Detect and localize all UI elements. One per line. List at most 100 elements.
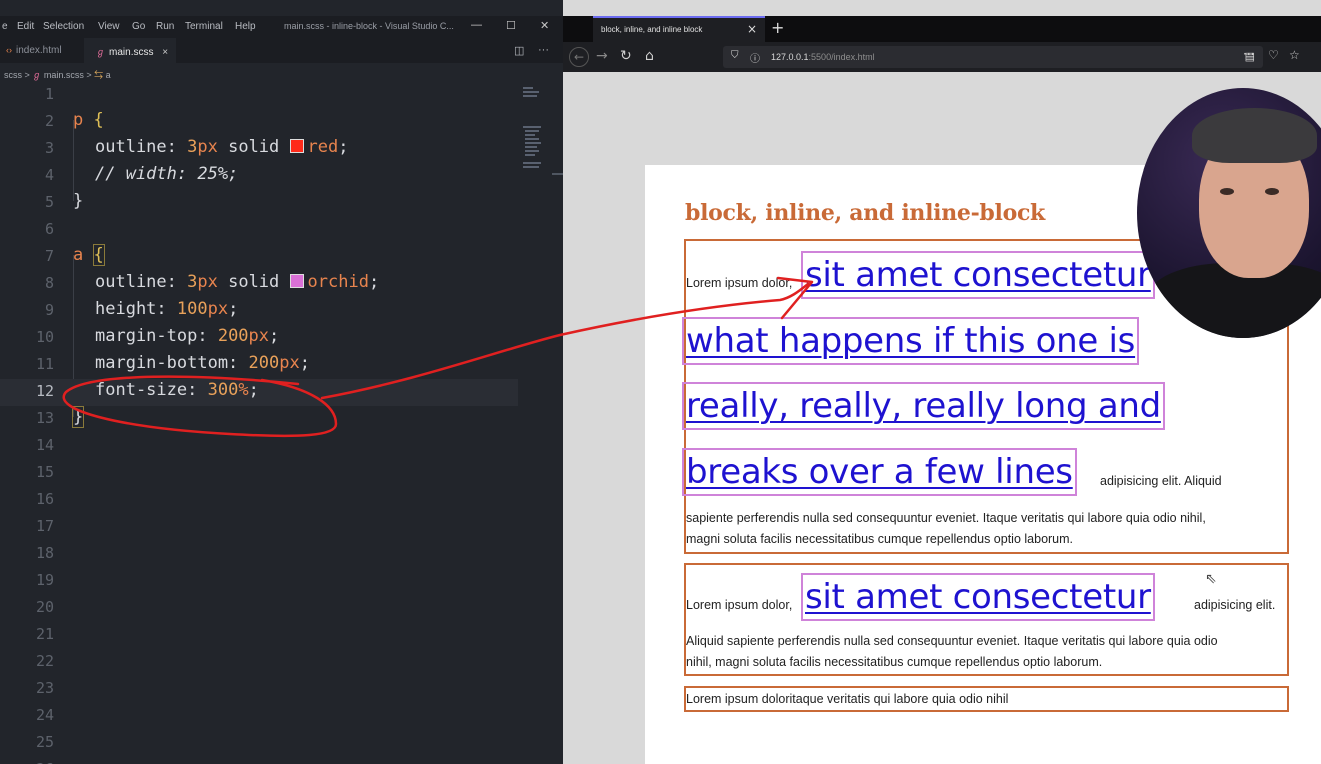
line-number: 8: [44, 274, 54, 292]
new-tab-button[interactable]: +: [771, 18, 784, 37]
menu-file[interactable]: e: [2, 21, 8, 32]
color-swatch-orchid[interactable]: [289, 274, 304, 288]
url-bar[interactable]: ⛉ ⓘ 127.0.0.1:5500/index.html ▤: [723, 46, 1263, 68]
code-line[interactable]: 16: [0, 487, 518, 514]
more-actions-icon[interactable]: ···: [1243, 47, 1254, 61]
vscode-menubar: e Edit Selection View Go Run Terminal He…: [0, 16, 563, 38]
code-line[interactable]: 10 margin-top: 200px;: [0, 325, 518, 352]
line-number: 24: [35, 706, 54, 724]
mouse-cursor-icon: ⇖: [1205, 571, 1217, 587]
line-number: 3: [44, 139, 54, 157]
tab-index-html[interactable]: ‹› index.html: [0, 38, 82, 63]
code-line[interactable]: 21: [0, 622, 518, 649]
home-icon[interactable]: ⌂: [645, 48, 654, 64]
semicolon: ;: [228, 299, 239, 319]
code-line[interactable]: 7 a {: [0, 244, 518, 271]
code-line[interactable]: 3 outline: 3px solid red;: [0, 136, 518, 163]
close-tab-icon[interactable]: ×: [162, 47, 168, 58]
code-editor[interactable]: 1 2p { 3 outline: 3px solid red; 4// widt…: [0, 82, 518, 764]
back-icon[interactable]: ←: [569, 47, 589, 67]
color-swatch-red[interactable]: [289, 139, 304, 153]
menu-run[interactable]: Run: [156, 21, 174, 32]
maximize-icon[interactable]: ☐: [506, 19, 516, 32]
inline-link[interactable]: breaks over a few lines: [682, 448, 1077, 496]
code-line[interactable]: 1: [0, 82, 518, 109]
more-actions-icon[interactable]: ···: [538, 44, 549, 56]
line-number: 13: [35, 409, 54, 427]
paragraph-text: nihil, magni soluta facilis necessitatib…: [686, 655, 1103, 669]
code-line[interactable]: 26: [0, 757, 518, 764]
menu-selection[interactable]: Selection: [43, 21, 84, 32]
sass-file-icon: ℊ: [32, 70, 42, 80]
tab-main-scss[interactable]: ℊ main.scss ×: [84, 38, 176, 63]
forward-icon[interactable]: →: [596, 48, 608, 64]
code-line[interactable]: 6: [0, 217, 518, 244]
code-line[interactable]: 24: [0, 703, 518, 730]
url-text: 127.0.0.1:5500/index.html: [771, 52, 875, 62]
unit: %: [238, 380, 249, 400]
breadcrumb-file[interactable]: main.scss: [44, 70, 84, 80]
bookmark-star-icon[interactable]: ☆: [1289, 48, 1300, 62]
code-line[interactable]: 2 p {: [0, 109, 518, 136]
code-line[interactable]: 23: [0, 676, 518, 703]
number: 3: [187, 137, 198, 157]
code-line[interactable]: 25: [0, 730, 518, 757]
code-line[interactable]: 8 outline: 3px solid orchid;: [0, 271, 518, 298]
tab-label: main.scss: [109, 47, 154, 58]
menu-help[interactable]: Help: [235, 21, 256, 32]
code-line[interactable]: 19: [0, 568, 518, 595]
code-line[interactable]: 5}: [0, 190, 518, 217]
breadcrumb: scss > ℊ main.scss > ⇆ a: [4, 70, 111, 80]
menu-edit[interactable]: Edit: [17, 21, 34, 32]
line-number: 4: [44, 166, 54, 184]
inline-link[interactable]: really, really, really long and: [682, 382, 1165, 430]
semicolon: ;: [368, 272, 380, 292]
close-window-icon[interactable]: ✕: [540, 19, 549, 32]
code-line[interactable]: 11 margin-bottom: 200px;: [0, 352, 518, 379]
minimize-icon[interactable]: —: [471, 19, 482, 31]
unit: px: [197, 137, 218, 157]
pocket-icon[interactable]: ♡: [1268, 48, 1279, 62]
line-number: 25: [35, 733, 54, 751]
line-number: 19: [35, 571, 54, 589]
inline-link[interactable]: what happens if this one is: [681, 317, 1140, 365]
breadcrumb-folder[interactable]: scss: [4, 70, 22, 80]
inline-link[interactable]: sit amet consectetur: [801, 573, 1155, 621]
paragraph-text: adipisicing elit.: [1194, 598, 1276, 612]
minimap[interactable]: [520, 82, 560, 182]
paragraph-text: adipisicing elit. Aliquid: [1100, 474, 1222, 488]
breadcrumb-symbol[interactable]: a: [106, 70, 111, 80]
line-number: 22: [35, 652, 54, 670]
paragraph-text: Lorem ipsum doloritaque veritatis qui la…: [686, 692, 1009, 706]
code-line-current[interactable]: 12 font-size: 300%;: [0, 379, 518, 406]
inline-link[interactable]: sit amet consectetur: [801, 251, 1155, 299]
code-line[interactable]: 4 // width: 25%;: [0, 163, 518, 190]
brace: }: [73, 191, 84, 211]
shield-icon[interactable]: ⛉: [731, 50, 739, 61]
number: 300: [207, 380, 239, 400]
browser-tab[interactable]: block, inline, and inline block ×: [593, 16, 765, 42]
paragraph-text: sapiente perferendis nulla sed consequun…: [686, 511, 1206, 525]
code-line[interactable]: 17: [0, 514, 518, 541]
editor-scrollbar[interactable]: [552, 173, 563, 175]
info-icon[interactable]: ⓘ: [750, 50, 760, 65]
line-number: 11: [35, 355, 54, 373]
code-line[interactable]: 15: [0, 460, 518, 487]
close-tab-icon[interactable]: ×: [747, 22, 757, 36]
property: outline:: [95, 137, 188, 157]
url-host: 127.0.0.1: [771, 52, 809, 62]
code-line[interactable]: 20: [0, 595, 518, 622]
hair: [1192, 108, 1317, 163]
sass-file-icon: ℊ: [96, 47, 106, 57]
code-line[interactable]: 22: [0, 649, 518, 676]
code-line[interactable]: 14: [0, 433, 518, 460]
reload-icon[interactable]: ↻: [620, 48, 632, 64]
code-line[interactable]: 9 height: 100px;: [0, 298, 518, 325]
menu-go[interactable]: Go: [132, 21, 145, 32]
split-editor-icon[interactable]: ◫: [514, 44, 524, 57]
menu-view[interactable]: View: [98, 21, 120, 32]
vscode-window: e Edit Selection View Go Run Terminal He…: [0, 0, 563, 764]
code-line[interactable]: 18: [0, 541, 518, 568]
menu-terminal[interactable]: Terminal: [185, 21, 223, 32]
code-line[interactable]: 13}: [0, 406, 518, 433]
